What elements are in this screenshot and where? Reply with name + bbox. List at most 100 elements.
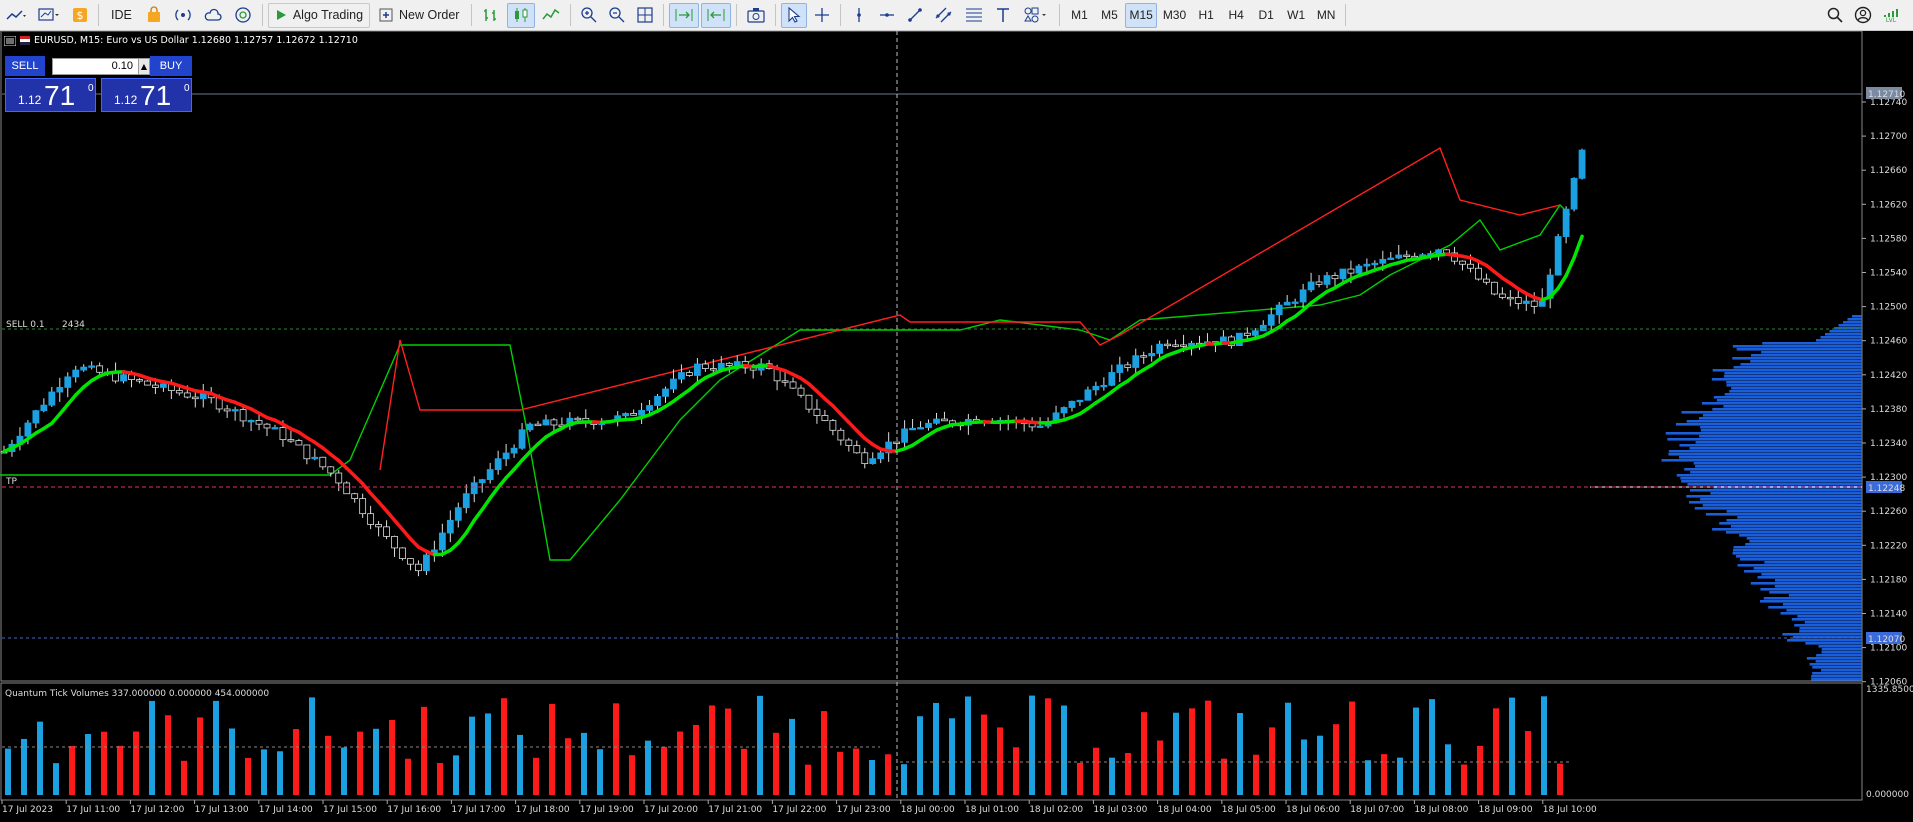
channel-icon[interactable] — [930, 3, 958, 28]
toolbar-separator — [775, 4, 777, 26]
candle-body — [239, 409, 247, 422]
time-axis-label: 17 Jul 19:00 — [580, 805, 634, 815]
candle-body — [1164, 343, 1172, 347]
zoom-in-icon[interactable] — [576, 3, 602, 28]
lot-size-input[interactable]: 0.10 — [52, 58, 150, 75]
volume-profile-bar — [1829, 330, 1862, 333]
sell-order-label[interactable]: SELL 0.1 — [6, 320, 45, 330]
candle-body — [1483, 278, 1490, 283]
candle-body — [1498, 293, 1506, 298]
crosshair-icon[interactable] — [809, 3, 835, 28]
search-icon[interactable] — [1822, 3, 1848, 28]
volume-profile-bar — [1811, 675, 1862, 678]
candle-body — [1395, 254, 1403, 259]
line-chart-icon[interactable] — [1, 3, 31, 28]
volume-bar — [1493, 708, 1499, 795]
buy-price-box[interactable]: 1.12 71 0 — [101, 78, 192, 112]
volume-profile-bar — [1686, 495, 1862, 498]
chart-type-icon[interactable] — [33, 3, 65, 28]
candle-body — [630, 413, 638, 416]
lot-increase-icon[interactable]: ▲ — [138, 58, 150, 75]
volume-bar — [709, 705, 715, 795]
sell-price-box[interactable]: 1.12 71 0 — [5, 78, 96, 112]
candle-body — [893, 441, 901, 444]
candle-body — [1172, 344, 1179, 347]
volume-bar — [533, 757, 539, 795]
time-axis-label: 17 Jul 17:00 — [451, 805, 505, 815]
dollar-icon[interactable]: $ — [67, 3, 93, 28]
candle-body — [478, 479, 486, 484]
screenshot-icon[interactable] — [742, 3, 770, 28]
auto-scroll-icon[interactable] — [669, 2, 700, 28]
timeframe-m15[interactable]: M15 — [1125, 2, 1157, 28]
menu-icon[interactable] — [4, 35, 16, 46]
time-axis-label: 18 Jul 07:00 — [1350, 805, 1404, 815]
volume-bar — [469, 716, 475, 795]
volume-bar — [277, 751, 283, 795]
candle-body — [462, 493, 470, 509]
candle-body — [829, 420, 837, 431]
candle-body — [813, 408, 821, 416]
line-icon[interactable] — [537, 3, 565, 28]
shopping-bag-icon[interactable] — [141, 3, 167, 28]
candle-body — [1251, 330, 1259, 336]
candlestick-icon[interactable] — [507, 2, 536, 28]
account-icon[interactable] — [1850, 3, 1876, 28]
cloud-icon[interactable] — [199, 3, 227, 28]
new-order-label: New Order — [399, 8, 460, 22]
tp-label[interactable]: TP — [5, 477, 17, 487]
price-scale-label: 1.12660 — [1870, 166, 1907, 176]
candle-body — [821, 415, 829, 421]
zoom-out-icon[interactable] — [604, 3, 630, 28]
chart-shift-icon[interactable] — [701, 2, 732, 28]
volume-bar — [613, 703, 619, 795]
timeframe-m1[interactable]: M1 — [1065, 3, 1093, 28]
candle-body — [351, 493, 359, 499]
candle-body — [32, 410, 40, 424]
timeframe-m30[interactable]: M30 — [1159, 3, 1190, 28]
candle-body — [486, 469, 494, 480]
trend-line-icon[interactable] — [902, 3, 928, 28]
grid-icon[interactable] — [632, 3, 658, 28]
shapes-icon[interactable] — [1018, 3, 1054, 28]
volume-bar — [1141, 712, 1147, 795]
candle-body — [654, 395, 661, 406]
timeframe-h1[interactable]: H1 — [1192, 3, 1220, 28]
candle-body — [96, 365, 104, 373]
bar-chart-icon[interactable] — [477, 3, 505, 28]
signal-level-icon[interactable]: LVL — [1878, 3, 1904, 28]
timeframe-d1[interactable]: D1 — [1252, 3, 1280, 28]
timeframe-mn[interactable]: MN — [1312, 3, 1340, 28]
sell-button[interactable]: SELL — [5, 56, 45, 76]
volume-bar — [421, 706, 427, 795]
fibonacci-icon[interactable] — [960, 3, 988, 28]
volume-profile-bar — [1713, 396, 1862, 399]
buy-button[interactable]: BUY — [150, 56, 192, 76]
candle-body — [1299, 289, 1307, 303]
volume-profile-bar — [1687, 483, 1862, 486]
vps-icon[interactable] — [229, 3, 257, 28]
volume-bar — [1333, 724, 1339, 795]
cursor-icon[interactable] — [781, 2, 808, 28]
sell-price-small: 1.12 — [18, 93, 42, 107]
ide-button[interactable]: IDE — [104, 3, 139, 28]
horizontal-line-icon[interactable] — [874, 3, 900, 28]
new-order-button[interactable]: New Order — [372, 3, 466, 28]
volume-bar — [1413, 707, 1419, 795]
algo-trading-button[interactable]: Algo Trading — [267, 2, 371, 28]
volume-profile-bar — [1723, 405, 1862, 408]
price-scale[interactable]: 1.127401.127001.126601.126201.125801.125… — [1862, 98, 1907, 688]
timeframe-m5[interactable]: M5 — [1095, 3, 1123, 28]
timeframe-w1[interactable]: W1 — [1282, 3, 1310, 28]
signal-icon[interactable] — [169, 3, 197, 28]
time-axis[interactable]: 17 Jul 2023 17 Jul 11:00 17 Jul 12:00 17 Ju… — [1, 800, 1597, 815]
main-toolbar: $ IDE Algo Trading New Order M1 M5 M15 M… — [0, 0, 1913, 31]
candle-body — [1435, 249, 1442, 254]
volume-bar — [1013, 747, 1019, 795]
time-axis-label: 17 Jul 15:00 — [323, 805, 377, 815]
price-chart[interactable]: 1.127401.127001.126601.126201.125801.125… — [0, 31, 1913, 822]
vertical-line-icon[interactable] — [846, 3, 872, 28]
candle-body — [383, 526, 390, 537]
text-icon[interactable] — [990, 3, 1016, 28]
timeframe-h4[interactable]: H4 — [1222, 3, 1250, 28]
